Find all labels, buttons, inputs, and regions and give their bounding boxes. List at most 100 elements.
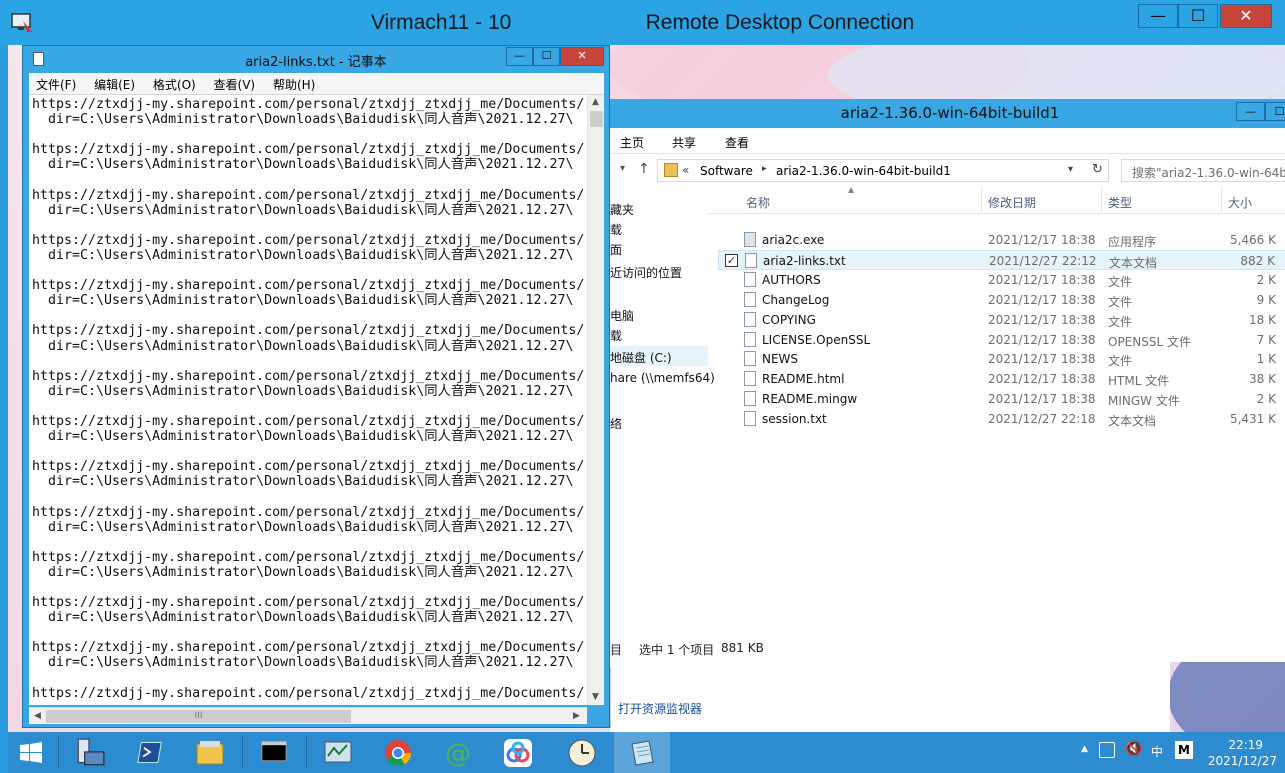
text-line-url[interactable]: https://ztxdjj-my.sharepoint.com/persona… <box>32 142 585 157</box>
vertical-scroll-thumb[interactable] <box>590 111 603 127</box>
text-line-blank[interactable] <box>32 489 585 504</box>
column-type[interactable]: 类型 <box>1108 194 1132 211</box>
notepad-close-button[interactable]: ✕ <box>560 47 604 66</box>
nav-item[interactable]: 藏夹 <box>610 201 634 218</box>
menu-view[interactable]: 查看(V) <box>207 73 263 93</box>
text-line-blank[interactable] <box>32 535 585 550</box>
breadcrumb-aria2-folder[interactable]: aria2-1.36.0-win-64bit-build1 <box>776 164 951 178</box>
nav-item[interactable]: 面 <box>610 241 622 258</box>
text-line-blank[interactable] <box>32 625 585 640</box>
taskbar-clock-app[interactable] <box>554 732 610 773</box>
clock-time[interactable]: 22:19 <box>1228 738 1263 752</box>
horizontal-scroll-thumb[interactable]: III <box>46 710 351 723</box>
address-bar[interactable]: « Software ▸ aria2-1.36.0-win-64bit-buil… <box>657 159 1109 182</box>
refresh-icon[interactable]: ↻ <box>1092 162 1103 177</box>
taskbar-chrome[interactable] <box>370 732 426 773</box>
column-divider[interactable] <box>981 188 982 214</box>
column-date[interactable]: 修改日期 <box>988 194 1036 211</box>
nav-item[interactable]: 近访问的位置 <box>610 264 682 281</box>
volume-muted-icon[interactable]: 🔇 <box>1125 741 1142 757</box>
text-line-dir[interactable]: dir=C:\Users\Administrator\Downloads\Bai… <box>32 112 585 127</box>
tab-home[interactable]: 主页 <box>620 134 644 151</box>
checkbox-checked-icon[interactable]: ✓ <box>725 253 738 267</box>
text-line-url[interactable]: https://ztxdjj-my.sharepoint.com/persona… <box>32 459 585 474</box>
scroll-left-icon[interactable]: ◀ <box>34 711 41 721</box>
text-line-url[interactable]: https://ztxdjj-my.sharepoint.com/persona… <box>32 188 585 203</box>
text-line-dir[interactable]: dir=C:\Users\Administrator\Downloads\Bai… <box>32 384 585 399</box>
text-line-blank[interactable] <box>32 218 585 233</box>
file-row[interactable]: ✓ aria2-links.txt 2021/12/27 22:12 文本文档 882 … <box>718 249 1285 270</box>
explorer-minimize-button[interactable]: — <box>1236 102 1265 121</box>
scroll-down-icon[interactable]: ▼ <box>592 692 599 702</box>
up-arrow-icon[interactable]: ↑ <box>638 161 650 177</box>
text-line-url[interactable]: https://ztxdjj-my.sharepoint.com/persona… <box>32 233 585 248</box>
taskbar-task-manager[interactable] <box>310 732 366 773</box>
nav-item[interactable]: 络 <box>610 415 622 432</box>
text-line-dir[interactable]: dir=C:\Users\Administrator\Downloads\Bai… <box>32 293 585 308</box>
text-line-dir[interactable]: dir=C:\Users\Administrator\Downloads\Bai… <box>32 429 585 444</box>
text-line-dir[interactable]: dir=C:\Users\Administrator\Downloads\Bai… <box>32 248 585 263</box>
column-name[interactable]: 名称 <box>746 194 770 211</box>
file-row[interactable]: README.mingw 2021/12/17 18:38 MINGW 文件 2 K <box>718 389 1285 409</box>
text-line-dir[interactable]: dir=C:\Users\Administrator\Downloads\Bai… <box>32 520 585 535</box>
text-line-blank[interactable] <box>32 580 585 595</box>
text-line-dir[interactable]: dir=C:\Users\Administrator\Downloads\Bai… <box>32 203 585 218</box>
text-line-dir[interactable]: dir=C:\Users\Administrator\Downloads\Bai… <box>32 339 585 354</box>
rdp-close-button[interactable]: ✕ <box>1220 4 1272 28</box>
breadcrumb-software[interactable]: Software <box>700 164 753 178</box>
menu-format[interactable]: 格式(O) <box>146 73 203 93</box>
taskbar-notepad[interactable] <box>614 732 670 773</box>
notepad-maximize-button[interactable]: ☐ <box>533 47 560 66</box>
text-line-blank[interactable] <box>32 127 585 142</box>
text-line-blank[interactable] <box>32 308 585 323</box>
open-resource-monitor-link[interactable]: 打开资源监视器 <box>618 700 702 717</box>
taskbar-powershell[interactable] <box>122 732 178 773</box>
column-divider[interactable] <box>1221 188 1222 214</box>
column-divider[interactable] <box>1101 188 1102 214</box>
search-input[interactable]: 搜索"aria2-1.36.0-win-64bit <box>1121 159 1285 182</box>
file-row[interactable]: ChangeLog 2021/12/17 18:38 文件 9 K <box>718 290 1285 310</box>
notepad-text-content[interactable]: https://ztxdjj-my.sharepoint.com/persona… <box>32 97 585 701</box>
taskbar-baidu-netdisk[interactable] <box>490 732 546 773</box>
taskbar-server-manager[interactable] <box>62 732 118 773</box>
taskbar-email-client[interactable]: @ <box>430 732 486 773</box>
text-line-blank[interactable] <box>32 172 585 187</box>
text-line-url[interactable]: https://ztxdjj-my.sharepoint.com/persona… <box>32 414 585 429</box>
text-line-url[interactable]: https://ztxdjj-my.sharepoint.com/persona… <box>32 278 585 293</box>
start-button[interactable] <box>8 732 54 773</box>
tab-view[interactable]: 查看 <box>725 134 749 151</box>
recent-locations-chevron-icon[interactable]: ▾ <box>620 163 625 174</box>
file-row[interactable]: COPYING 2021/12/17 18:38 文件 18 K <box>718 310 1285 330</box>
nav-item[interactable]: hare (\\memfs64) <box>610 371 715 385</box>
clock-date[interactable]: 2021/12/27 <box>1208 754 1277 768</box>
nav-item[interactable]: 载 <box>610 221 622 238</box>
taskbar-file-explorer[interactable] <box>182 732 238 773</box>
file-row[interactable]: session.txt 2021/12/27 22:18 文本文档 5,431 K <box>718 409 1285 429</box>
notepad-minimize-button[interactable]: — <box>506 47 533 66</box>
text-line-url[interactable]: https://ztxdjj-my.sharepoint.com/persona… <box>32 550 585 565</box>
text-line-blank[interactable] <box>32 671 585 686</box>
rdp-minimize-button[interactable]: — <box>1138 4 1178 28</box>
rdp-maximize-button[interactable]: ☐ <box>1178 4 1218 28</box>
file-row[interactable]: README.html 2021/12/17 18:38 HTML 文件 38 K <box>718 369 1285 389</box>
text-line-dir[interactable]: dir=C:\Users\Administrator\Downloads\Bai… <box>32 655 585 670</box>
menu-help[interactable]: 帮助(H) <box>266 73 322 93</box>
text-line-dir[interactable]: dir=C:\Users\Administrator\Downloads\Bai… <box>32 565 585 580</box>
nav-item[interactable]: 地磁盘 (C:) <box>610 346 708 366</box>
text-line-dir[interactable]: dir=C:\Users\Administrator\Downloads\Bai… <box>32 610 585 625</box>
text-line-url[interactable]: https://ztxdjj-my.sharepoint.com/persona… <box>32 369 585 384</box>
text-line-url[interactable]: https://ztxdjj-my.sharepoint.com/persona… <box>32 595 585 610</box>
ime-mode-badge[interactable]: M <box>1175 741 1193 759</box>
menu-file[interactable]: 文件(F) <box>29 73 83 93</box>
notepad-horizontal-scrollbar[interactable]: ◀ III ▶ <box>29 707 587 724</box>
text-line-url[interactable]: https://ztxdjj-my.sharepoint.com/persona… <box>32 686 585 701</box>
file-row[interactable]: AUTHORS 2021/12/17 18:38 文件 2 K <box>718 270 1285 290</box>
text-line-blank[interactable] <box>32 354 585 369</box>
text-line-url[interactable]: https://ztxdjj-my.sharepoint.com/persona… <box>32 97 585 112</box>
text-line-blank[interactable] <box>32 444 585 459</box>
nav-item[interactable]: 载 <box>610 327 622 344</box>
tab-share[interactable]: 共享 <box>672 134 696 151</box>
text-line-url[interactable]: https://ztxdjj-my.sharepoint.com/persona… <box>32 640 585 655</box>
text-line-blank[interactable] <box>32 399 585 414</box>
text-line-dir[interactable]: dir=C:\Users\Administrator\Downloads\Bai… <box>32 157 585 172</box>
